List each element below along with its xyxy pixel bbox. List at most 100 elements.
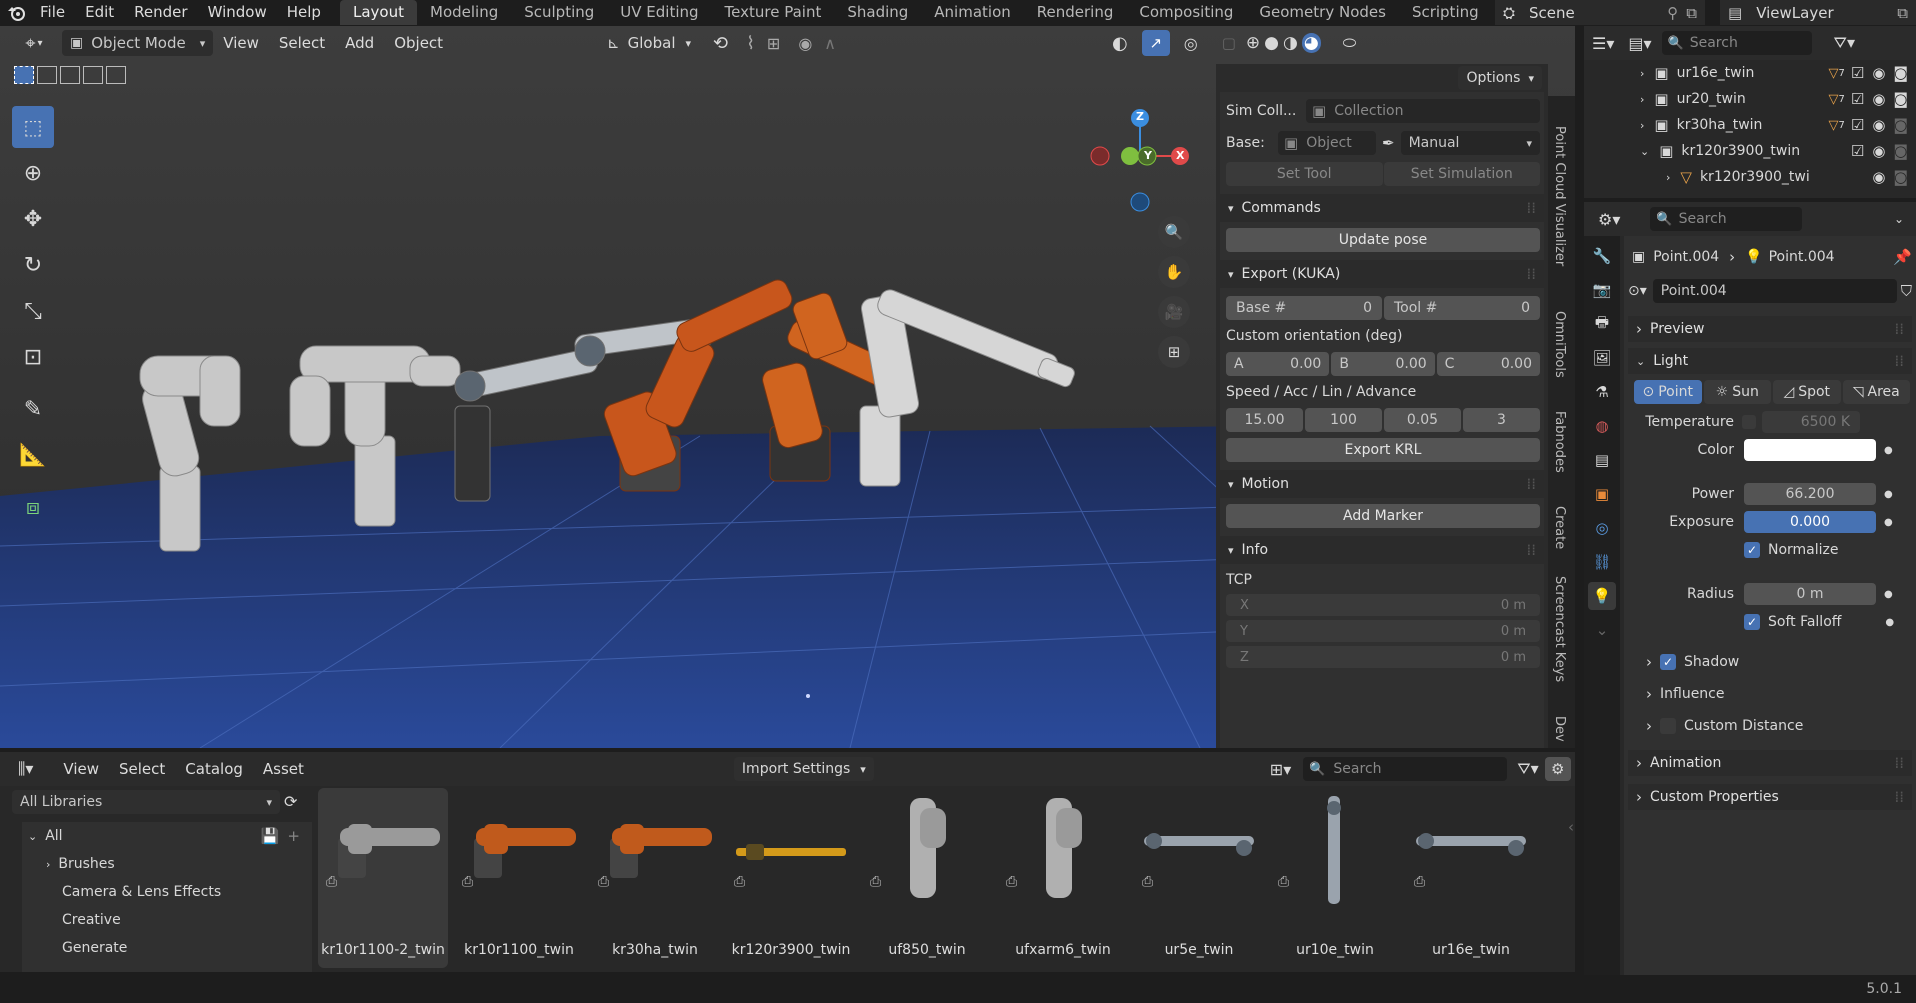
tab-texture-paint[interactable]: Texture Paint xyxy=(712,0,835,25)
tab-modeling[interactable]: Modeling xyxy=(417,0,511,25)
tab-geometry-nodes[interactable]: Geometry Nodes xyxy=(1246,0,1399,25)
color-swatch[interactable] xyxy=(1744,439,1876,461)
soft-falloff-checkbox[interactable]: ✓ xyxy=(1744,614,1760,630)
exposure-field[interactable]: 0.000 xyxy=(1744,511,1876,533)
checkbox-icon[interactable]: ☑ xyxy=(1851,142,1864,160)
asset-search-input[interactable]: 🔍 Search xyxy=(1303,757,1508,781)
new-scene-icon[interactable]: ⧉ xyxy=(1686,4,1697,22)
catalog-item[interactable]: Camera & Lens Effects xyxy=(22,878,312,906)
orient-a-field[interactable]: A 0.00 xyxy=(1226,352,1330,376)
keyframe-dot-icon[interactable]: ● xyxy=(1884,589,1893,600)
tab-screencast-keys[interactable]: Screencast Keys xyxy=(1552,576,1567,682)
visibility-icon[interactable]: ◐ xyxy=(1112,33,1128,54)
acc-field[interactable]: 100 xyxy=(1305,408,1382,432)
drag-handle-icon[interactable]: ⁞⁞ xyxy=(1526,199,1536,217)
light-datablock-icon[interactable]: ⊙▾ xyxy=(1628,283,1647,299)
save-catalog-icon[interactable]: 💾 xyxy=(261,827,280,845)
tab-layout[interactable]: Layout xyxy=(340,0,417,25)
transform-tool-icon[interactable]: ⊡ xyxy=(12,336,54,378)
properties-editor-icon[interactable]: ⚙▾ xyxy=(1598,210,1620,229)
scroll-down-icon[interactable]: ⌄ xyxy=(1588,616,1616,644)
collapse-arrow-icon[interactable]: ‹ xyxy=(1568,818,1574,836)
ortho-grid-icon[interactable]: ⊞ xyxy=(1158,336,1190,368)
light-type-point[interactable]: ⊙ Point xyxy=(1634,380,1702,404)
proportional-edit-icon[interactable]: ◉ xyxy=(798,34,812,53)
pin-icon[interactable]: ⚲ xyxy=(1667,4,1678,22)
viewport-menu-view[interactable]: View xyxy=(213,31,269,56)
custom-distance-subpanel-header[interactable]: › Custom Distance xyxy=(1646,714,1803,738)
catalog-item[interactable]: Creative xyxy=(22,906,312,934)
menu-render[interactable]: Render xyxy=(124,0,197,25)
physics-tab-icon[interactable]: ◎ xyxy=(1588,514,1616,542)
shadow-subpanel-header[interactable]: › ✓ Shadow xyxy=(1646,650,1739,674)
set-simulation-button[interactable]: Set Simulation xyxy=(1383,162,1540,186)
gizmo-toggle-icon[interactable]: ↗ xyxy=(1141,30,1170,56)
scale-tool-icon[interactable]: ⤡ xyxy=(12,290,54,332)
refresh-icon[interactable]: ⟳ xyxy=(284,792,297,811)
radius-field[interactable]: 0 m xyxy=(1744,583,1876,605)
blender-logo-icon[interactable] xyxy=(6,0,28,25)
material-shading-icon[interactable]: ◑ xyxy=(1283,33,1298,53)
tab-scripting[interactable]: Scripting xyxy=(1399,0,1492,25)
light-data-tab-icon[interactable]: 💡 xyxy=(1588,582,1616,610)
constraints-tab-icon[interactable]: ⛓ xyxy=(1588,548,1616,576)
light-type-sun[interactable]: ☼ Sun xyxy=(1703,380,1771,404)
shading-options-icon[interactable]: ⬭ xyxy=(1343,33,1357,53)
tab-shading[interactable]: Shading xyxy=(834,0,921,25)
camera-icon[interactable]: ◙ xyxy=(1893,116,1908,134)
asset-browser-editor-icon[interactable]: ⫼▾ xyxy=(18,759,33,779)
filter-icon[interactable]: ⛛▾ xyxy=(1834,33,1855,53)
tool-tab-icon[interactable]: 🔧 xyxy=(1588,242,1616,270)
catalog-item[interactable]: › Brushes xyxy=(22,850,312,878)
output-tab-icon[interactable]: 🖶 xyxy=(1588,310,1616,338)
commands-section-header[interactable]: ▾ Commands ⁞⁞ xyxy=(1220,194,1544,222)
advance-field[interactable]: 3 xyxy=(1463,408,1540,432)
asset-menu-asset[interactable]: Asset xyxy=(253,757,314,782)
export-krl-button[interactable]: Export KRL xyxy=(1226,438,1540,462)
asset-card[interactable]: ⎙ kr10r1100_twin xyxy=(454,788,584,968)
add-marker-button[interactable]: Add Marker xyxy=(1226,504,1540,528)
chevron-right-icon[interactable]: › xyxy=(1666,171,1670,184)
base-object-field[interactable]: ▣ Object xyxy=(1278,131,1376,155)
mode-dropdown[interactable]: ▣ Object Mode ▾ xyxy=(62,30,214,56)
asset-menu-catalog[interactable]: Catalog xyxy=(175,757,253,782)
3d-viewport[interactable]: ⌖ ▾ ▣ Object Mode ▾ View Select Add Objec… xyxy=(0,26,1575,748)
import-settings-dropdown[interactable]: Import Settings ▾ xyxy=(733,757,874,781)
light-section-header[interactable]: ⌄ Light ⁞⁞ xyxy=(1628,348,1912,374)
light-type-spot[interactable]: ◿ Spot xyxy=(1773,380,1841,404)
transform-orientation-dropdown[interactable]: ⊾ Global ▾ xyxy=(601,30,697,56)
chevron-right-icon[interactable]: › xyxy=(1640,119,1644,132)
info-section-header[interactable]: ▾ Info ⁞⁞ xyxy=(1220,536,1544,564)
camera-icon[interactable]: ◙ xyxy=(1893,168,1908,186)
menu-file[interactable]: File xyxy=(30,0,75,25)
tab-rendering[interactable]: Rendering xyxy=(1024,0,1127,25)
catalog-item[interactable]: Generate xyxy=(22,934,312,962)
drag-handle-icon[interactable]: ⁞⁞ xyxy=(1526,541,1536,559)
tab-compositing[interactable]: Compositing xyxy=(1126,0,1246,25)
object-tab-icon[interactable]: ▣ xyxy=(1588,480,1616,508)
update-pose-button[interactable]: Update pose xyxy=(1226,228,1540,252)
drag-handle-icon[interactable]: ⁞⁞ xyxy=(1894,754,1904,772)
drag-handle-icon[interactable]: ⁞⁞ xyxy=(1526,265,1536,283)
snap-icon[interactable]: ⌇ xyxy=(746,33,755,54)
falloff-icon[interactable]: ∧ xyxy=(824,34,836,53)
viewport-menu-add[interactable]: Add xyxy=(335,31,384,56)
camera-icon[interactable]: ◙ xyxy=(1893,90,1908,108)
annotate-tool-icon[interactable]: ✎ xyxy=(12,388,54,430)
render-tab-icon[interactable]: 📷 xyxy=(1588,276,1616,304)
tab-uv-editing[interactable]: UV Editing xyxy=(607,0,711,25)
tab-omnitools[interactable]: OmniTools xyxy=(1552,311,1567,378)
catalog-item-all[interactable]: ⌄ All 💾 + xyxy=(22,822,312,850)
eye-icon[interactable]: ◉ xyxy=(1872,116,1885,134)
pin-icon[interactable]: 📌 xyxy=(1893,248,1912,266)
asset-card[interactable]: ⎙ kr30ha_twin xyxy=(590,788,720,968)
power-field[interactable]: 66.200 xyxy=(1744,483,1876,505)
wireframe-shading-icon[interactable]: ⊕ xyxy=(1246,33,1260,53)
asset-menu-select[interactable]: Select xyxy=(109,757,175,782)
asset-card[interactable]: ⎙ kr10r1100-2_twin xyxy=(318,788,448,968)
asset-card[interactable]: ⎙ kr120r3900_twin xyxy=(726,788,856,968)
display-mode-icon[interactable]: ▤▾ xyxy=(1628,34,1651,53)
custom-distance-checkbox[interactable] xyxy=(1660,718,1676,734)
base-num-field[interactable]: Base # 0 xyxy=(1226,296,1382,320)
orient-b-field[interactable]: B 0.00 xyxy=(1331,352,1435,376)
